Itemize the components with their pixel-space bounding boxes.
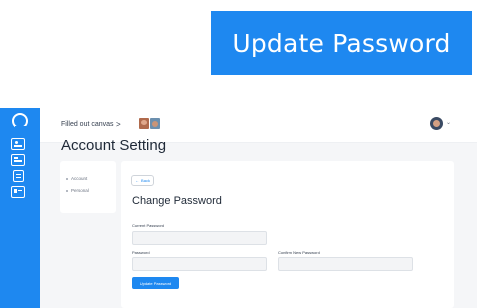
- clipboard-icon[interactable]: [13, 170, 24, 182]
- update-password-button[interactable]: Update Password: [132, 277, 179, 289]
- logo-icon[interactable]: [12, 113, 28, 130]
- menu-item-personal[interactable]: Personal: [66, 188, 89, 193]
- breadcrumb-separator: >: [116, 120, 121, 129]
- menu-item-account[interactable]: Account: [66, 176, 87, 181]
- collaborator-avatar[interactable]: [150, 118, 160, 129]
- bullet-icon: [66, 177, 68, 180]
- sidebar-rail: [0, 108, 40, 308]
- board-icon[interactable]: [11, 154, 25, 166]
- current-password-field[interactable]: [132, 231, 267, 245]
- confirm-password-field[interactable]: [278, 257, 413, 271]
- collaborator-avatar[interactable]: [139, 118, 149, 129]
- menu-item-label: Personal: [71, 188, 89, 193]
- settings-menu: Account Personal: [60, 161, 116, 213]
- page-title: Account Setting: [61, 137, 167, 154]
- bullet-icon: [66, 189, 68, 192]
- back-button[interactable]: ← Back: [131, 175, 154, 186]
- password-label: Password: [132, 250, 150, 255]
- contact-card-icon[interactable]: [11, 186, 25, 198]
- current-password-label: Current Password: [132, 223, 165, 228]
- confirm-password-label: Confirm New Password: [278, 250, 320, 255]
- card-title: Change Password: [132, 195, 222, 207]
- change-password-card: ← Back Change Password Current Password …: [121, 161, 454, 308]
- update-password-button-callout[interactable]: Update Password: [211, 11, 472, 75]
- arrow-left-icon: ←: [135, 178, 140, 183]
- breadcrumb[interactable]: Filled out canvas: [61, 121, 114, 128]
- back-label: Back: [141, 178, 150, 183]
- menu-item-label: Account: [71, 176, 88, 181]
- user-avatar[interactable]: [430, 117, 443, 130]
- image-icon[interactable]: [11, 138, 25, 150]
- password-field[interactable]: [132, 257, 267, 271]
- main-content: Account Setting Account Personal ← Back …: [40, 137, 477, 308]
- chevron-down-icon[interactable]: ⌄: [446, 119, 451, 126]
